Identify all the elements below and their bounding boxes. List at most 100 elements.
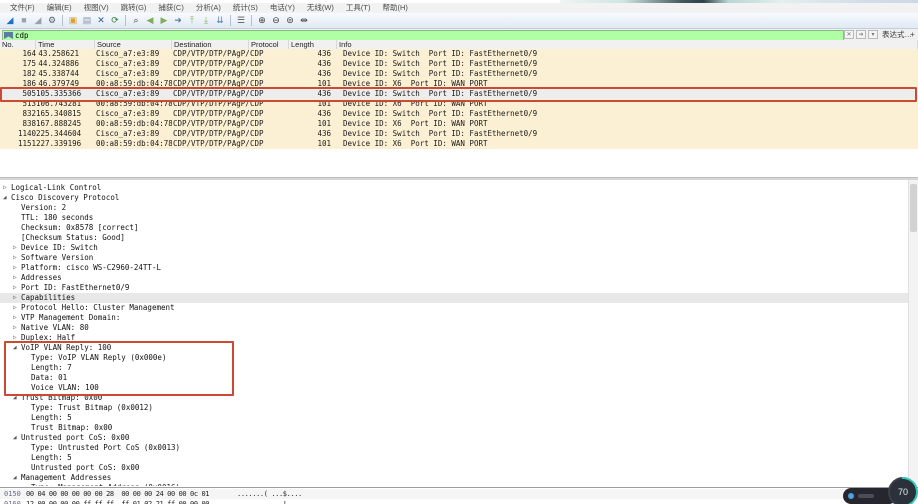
tree-row[interactable]: Length: 5 [0,453,918,463]
tree-row[interactable]: TTL: 180 seconds [0,213,918,223]
column-header-no[interactable]: No. [0,40,36,49]
tree-row[interactable]: Untrusted port CoS: 0x00 [0,463,918,473]
display-filter-input[interactable] [13,32,843,40]
expander-icon[interactable]: ◢ [13,433,17,443]
tree-row[interactable]: Type: Management Address (0x0016) [0,483,918,486]
open-file-icon[interactable]: ▣ [66,14,80,27]
tree-row[interactable]: ▷Software Version [0,253,918,263]
details-scrollbar-thumb[interactable] [910,184,917,232]
menu-file[interactable]: 文件(F) [4,3,41,13]
add-filter-button[interactable]: + [910,30,915,39]
packet-row[interactable]: 16443.258621Cisco_a7:e3:89CDP/VTP/DTP/PA… [0,49,918,59]
tree-row[interactable]: ▷Protocol Hello: Cluster Management [0,303,918,313]
filter-bookmark-icon[interactable] [4,32,13,39]
column-header-info[interactable]: Info [337,40,918,49]
tree-row[interactable]: ◢VoIP VLAN Reply: 100 [0,343,918,353]
tree-row[interactable]: Type: VoIP VLAN Reply (0x000e) [0,353,918,363]
zoom-in-icon[interactable]: ⊕ [255,14,269,27]
tree-row[interactable]: ▷Native VLAN: 80 [0,323,918,333]
column-header-source[interactable]: Source [95,40,172,49]
tree-row[interactable]: ▷Platform: cisco WS-C2960-24TT-L [0,263,918,273]
hex-row[interactable]: 016012 00 00 00 00 ff ff ff ff 01 02 21 … [0,499,918,504]
tree-row[interactable]: [Checksum Status: Good] [0,233,918,243]
details-scrollbar[interactable] [908,180,918,486]
packet-row[interactable]: 17544.324886Cisco_a7:e3:89CDP/VTP/DTP/PA… [0,59,918,69]
tree-row[interactable]: Type: Untrusted Port CoS (0x0013) [0,443,918,453]
save-file-icon[interactable]: ▤ [80,14,94,27]
menu-telephony[interactable]: 电话(Y) [264,3,301,13]
menu-go[interactable]: 跳转(G) [115,3,153,13]
column-header-destination[interactable]: Destination [172,40,249,49]
filter-dropdown-icon[interactable]: ▾ [868,30,878,39]
go-forward-icon[interactable]: ▶ [157,14,171,27]
tree-row[interactable]: ◢Trust Bitmap: 0x00 [0,393,918,403]
packet-row[interactable]: 18245.338744Cisco_a7:e3:89CDP/VTP/DTP/PA… [0,69,918,79]
expander-icon[interactable]: ▷ [3,183,7,193]
expander-icon[interactable]: ▷ [13,263,17,273]
expander-icon[interactable]: ▷ [13,313,17,323]
packet-row[interactable]: 832165.340815Cisco_a7:e3:89CDP/VTP/DTP/P… [0,109,918,119]
resize-columns-icon[interactable]: ⇹ [297,14,311,27]
tree-row[interactable]: ▷Addresses [0,273,918,283]
expander-icon[interactable]: ◢ [13,343,17,353]
expander-icon[interactable]: ◢ [3,193,7,203]
expander-icon[interactable]: ▷ [13,303,17,313]
menu-edit[interactable]: 编辑(E) [41,3,78,13]
menu-analyze[interactable]: 分析(A) [190,3,227,13]
zoom-100-icon[interactable]: ⊜ [283,14,297,27]
tree-row[interactable]: Data: 01 [0,373,918,383]
expander-icon[interactable]: ◢ [13,473,17,483]
menu-statistics[interactable]: 统计(S) [227,3,264,13]
tree-row[interactable]: ▷Logical-Link Control [0,183,918,193]
tree-row[interactable]: Length: 5 [0,413,918,423]
zoom-out-icon[interactable]: ⊖ [269,14,283,27]
auto-scroll-icon[interactable]: ⇊ [213,14,227,27]
packet-row[interactable]: 513106.74328100:a8:59:db:04:78CDP/VTP/DT… [0,99,918,109]
go-to-packet-icon[interactable]: ➜ [171,14,185,27]
tree-row[interactable]: Type: Trust Bitmap (0x0012) [0,403,918,413]
stop-capture-icon[interactable]: ■ [17,14,31,27]
expander-icon[interactable]: ▷ [13,243,17,253]
tree-row[interactable]: ▷Port ID: FastEthernet0/9 [0,283,918,293]
column-header-length[interactable]: Length [289,40,337,49]
reload-file-icon[interactable]: ⟳ [108,14,122,27]
expander-icon[interactable]: ▷ [13,273,17,283]
find-packet-icon[interactable]: ⌕ [129,14,143,27]
tree-row[interactable]: ▷Capabilities [0,293,918,303]
tree-row[interactable]: ▷Device ID: Switch [0,243,918,253]
menu-help[interactable]: 帮助(H) [377,3,414,13]
packet-row[interactable]: 505105.335366Cisco_a7:e3:89CDP/VTP/DTP/P… [0,89,918,99]
tree-row[interactable]: Length: 7 [0,363,918,373]
capture-options-icon[interactable]: ⚙ [45,14,59,27]
menu-view[interactable]: 视图(V) [78,3,115,13]
start-capture-icon[interactable]: ◢ [3,14,17,27]
go-back-icon[interactable]: ◀ [143,14,157,27]
packet-row[interactable]: 18646.37974900:a8:59:db:04:78CDP/VTP/DTP… [0,79,918,89]
packet-row[interactable]: 838167.88824500:a8:59:db:04:78CDP/VTP/DT… [0,119,918,129]
tree-row[interactable]: Trust Bitmap: 0x00 [0,423,918,433]
tree-row[interactable]: ◢Management Addresses [0,473,918,483]
expression-button[interactable]: 表达式… [882,30,912,39]
tree-row[interactable]: ▷VTP Management Domain: [0,313,918,323]
expander-icon[interactable]: ▷ [13,333,17,343]
expander-icon[interactable]: ▷ [13,253,17,263]
expander-icon[interactable]: ▷ [13,323,17,333]
menu-wireless[interactable]: 无线(W) [301,3,340,13]
packet-row[interactable]: 1151227.33919600:a8:59:db:04:78CDP/VTP/D… [0,139,918,149]
filter-clear-icon[interactable]: ✕ [844,30,854,39]
packet-row[interactable]: 1140225.344604Cisco_a7:e3:89CDP/VTP/DTP/… [0,129,918,139]
tree-row[interactable]: Voice VLAN: 100 [0,383,918,393]
tree-row[interactable]: ▷Duplex: Half [0,333,918,343]
go-last-icon[interactable]: ⤓ [199,14,213,27]
tree-row[interactable]: Checksum: 0x8578 [correct] [0,223,918,233]
tree-row[interactable]: ◢Untrusted port CoS: 0x00 [0,433,918,443]
column-header-time[interactable]: Time [36,40,95,49]
column-header-protocol[interactable]: Protocol [249,40,289,49]
expander-icon[interactable]: ◢ [13,393,17,403]
tree-row[interactable]: Version: 2 [0,203,918,213]
close-file-icon[interactable]: ✕ [94,14,108,27]
menu-tools[interactable]: 工具(T) [340,3,377,13]
restart-capture-icon[interactable]: ◢ [31,14,45,27]
hex-row[interactable]: 015000 04 00 00 00 00 00 28 00 00 00 24 … [0,489,918,499]
filter-apply-icon[interactable]: ➔ [856,30,866,39]
